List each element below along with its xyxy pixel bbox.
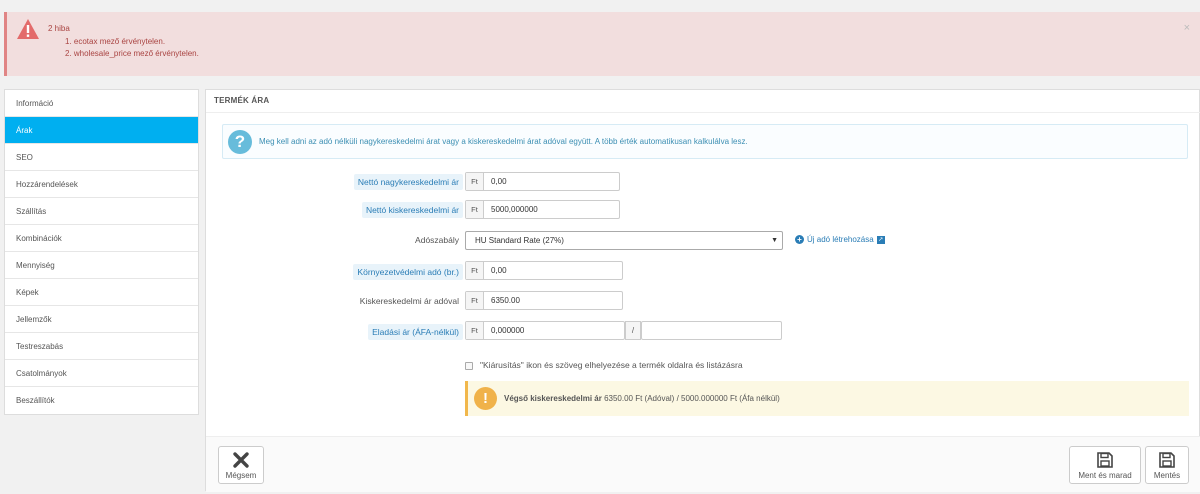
retail-price-input[interactable]: Ft 5000,000000 bbox=[465, 200, 620, 219]
final-price-label: Végső kiskereskedelmi ár bbox=[504, 394, 602, 403]
final-price-text: Végső kiskereskedelmi ár 6350.00 Ft (Adó… bbox=[504, 394, 780, 403]
unit-price-value: 0,000000 bbox=[491, 326, 525, 335]
product-price-panel: TERMÉK ÁRA ? Meg kell adni az adó nélkül… bbox=[205, 89, 1200, 492]
warning-icon bbox=[17, 19, 39, 39]
unit-price-label: Eladási ár (ÁFA-nélkül) bbox=[368, 324, 463, 340]
retail-price-label: Nettó kiskereskedelmi ár bbox=[361, 202, 463, 218]
info-text: Meg kell adni az adó nélküli nagykereske… bbox=[259, 137, 748, 146]
floppy-disk-icon bbox=[1097, 452, 1113, 468]
error-title: 2 hiba bbox=[48, 24, 70, 33]
question-icon: ? bbox=[228, 130, 252, 154]
info-alert: ? Meg kell adni az adó nélküli nagykeres… bbox=[222, 124, 1188, 159]
wholesale-price-value: 0,00 bbox=[491, 177, 507, 186]
currency-addon: Ft bbox=[466, 173, 484, 190]
currency-addon: Ft bbox=[466, 262, 484, 279]
cancel-label: Mégsem bbox=[225, 471, 257, 480]
final-price-alert: ! Végső kiskereskedelmi ár 6350.00 Ft (A… bbox=[465, 381, 1189, 416]
on-sale-checkbox[interactable] bbox=[465, 362, 473, 370]
sidebar-item-seo[interactable]: SEO bbox=[5, 144, 198, 171]
save-and-stay-label: Ment és marad bbox=[1078, 471, 1132, 480]
error-alert: 2 hiba 1. ecotax mező érvénytelen. 2. wh… bbox=[4, 12, 1200, 76]
tax-rule-value: HU Standard Rate (27%) bbox=[475, 236, 564, 245]
final-price-value: 6350.00 Ft (Adóval) / 5000.000000 Ft (Áf… bbox=[604, 394, 780, 403]
close-icon[interactable]: × bbox=[1184, 22, 1190, 34]
retail-with-tax-label: Kiskereskedelmi ár adóval bbox=[359, 296, 459, 306]
unit-input[interactable] bbox=[641, 321, 782, 340]
sidebar-item-prices[interactable]: Árak bbox=[5, 117, 198, 144]
error-list: 1. ecotax mező érvénytelen. 2. wholesale… bbox=[65, 36, 199, 60]
divider bbox=[206, 112, 1200, 113]
sidebar-item-shipping[interactable]: Szállítás bbox=[5, 198, 198, 225]
sidebar-item-quantities[interactable]: Mennyiség bbox=[5, 252, 198, 279]
new-tax-label: Új adó létrehozása bbox=[807, 235, 874, 244]
plus-circle-icon: + bbox=[795, 235, 804, 244]
sidebar-item-attachments[interactable]: Csatolmányok bbox=[5, 360, 198, 387]
currency-addon: Ft bbox=[466, 292, 484, 309]
new-tax-link[interactable]: + Új adó létrehozása ↗ bbox=[795, 235, 885, 244]
tax-rule-label: Adószabály bbox=[415, 235, 459, 245]
chevron-down-icon: ▼ bbox=[771, 237, 778, 244]
unit-price-input[interactable]: Ft 0,000000 bbox=[465, 321, 625, 340]
retail-price-value: 5000,000000 bbox=[491, 205, 538, 214]
external-link-icon: ↗ bbox=[876, 235, 885, 244]
currency-addon: Ft bbox=[466, 201, 484, 218]
sidebar-item-combinations[interactable]: Kombinációk bbox=[5, 225, 198, 252]
panel-footer: Mégsem Ment és marad Mentés bbox=[206, 437, 1200, 492]
on-sale-label[interactable]: "Kiárusítás" ikon és szöveg elhelyezése … bbox=[480, 360, 743, 370]
ecotax-label: Környezetvédelmi adó (br.) bbox=[353, 264, 463, 280]
ecotax-value: 0,00 bbox=[491, 266, 507, 275]
save-label: Mentés bbox=[1153, 471, 1181, 480]
error-item: 2. wholesale_price mező érvénytelen. bbox=[65, 49, 199, 58]
save-button[interactable]: Mentés bbox=[1145, 446, 1189, 484]
exclamation-icon: ! bbox=[474, 387, 497, 410]
close-icon bbox=[233, 452, 249, 468]
sidebar-item-images[interactable]: Képek bbox=[5, 279, 198, 306]
sidebar-item-associations[interactable]: Hozzárendelések bbox=[5, 171, 198, 198]
unit-separator: / bbox=[625, 321, 641, 340]
retail-with-tax-value: 6350.00 bbox=[491, 296, 520, 305]
sidebar-item-features[interactable]: Jellemzők bbox=[5, 306, 198, 333]
panel-title: TERMÉK ÁRA bbox=[214, 96, 270, 105]
ecotax-input[interactable]: Ft 0,00 bbox=[465, 261, 623, 280]
currency-addon: Ft bbox=[466, 322, 484, 339]
sidebar-item-customization[interactable]: Testreszabás bbox=[5, 333, 198, 360]
floppy-disk-icon bbox=[1159, 452, 1175, 468]
sidebar-item-suppliers[interactable]: Beszállítók bbox=[5, 387, 198, 414]
tax-rule-select[interactable]: HU Standard Rate (27%) ▼ bbox=[465, 231, 783, 250]
error-item: 1. ecotax mező érvénytelen. bbox=[65, 37, 166, 46]
wholesale-price-input[interactable]: Ft 0,00 bbox=[465, 172, 620, 191]
product-tabs-sidebar: Információ Árak SEO Hozzárendelések Szál… bbox=[4, 89, 199, 415]
save-and-stay-button[interactable]: Ment és marad bbox=[1069, 446, 1141, 484]
wholesale-price-label: Nettó nagykereskedelmi ár bbox=[353, 174, 463, 190]
retail-with-tax-input[interactable]: Ft 6350.00 bbox=[465, 291, 623, 310]
sidebar-item-information[interactable]: Információ bbox=[5, 90, 198, 117]
cancel-button[interactable]: Mégsem bbox=[218, 446, 264, 484]
